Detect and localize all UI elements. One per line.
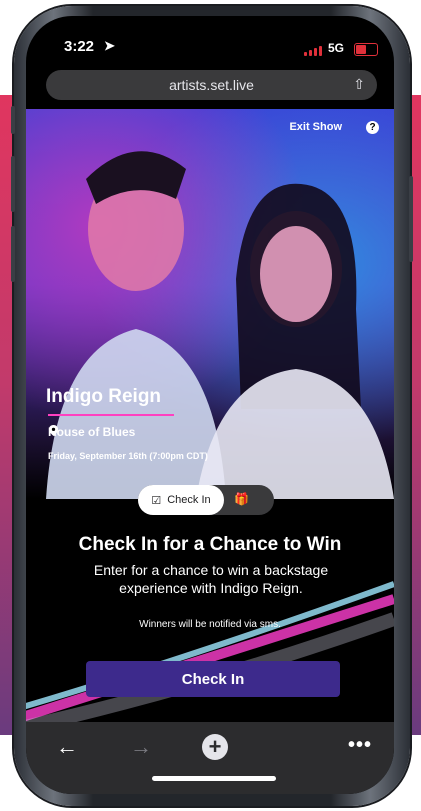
artist-photo (46, 151, 394, 499)
winners-note: Winners will be notified via sms. (139, 619, 281, 630)
web-content: Exit Show ? Indigo Reign House of Blues … (26, 109, 394, 723)
check-in-icon: ☑ (151, 494, 162, 507)
phone-screen: 3:22 ➤ 5G artists.set.live ⇧ Exit Show ?… (26, 16, 394, 794)
band-name: Indigo Reign (46, 386, 162, 407)
address-bar[interactable]: artists.set.live ⇧ (46, 70, 377, 100)
home-indicator (152, 776, 276, 781)
forward-arrow-icon[interactable]: → (130, 734, 152, 760)
tab-check-in[interactable]: ☑ Check In (138, 485, 224, 515)
gift-icon[interactable]: 🎁 (234, 492, 249, 506)
notch (120, 16, 306, 54)
event-date: Friday, September 16th (7:00pm CDT) (48, 451, 208, 461)
tab-switcher: ☑ Check In 🎁 (138, 485, 274, 515)
tab-check-in-label: Check In (167, 494, 211, 506)
status-bar: 3:22 ➤ 5G (26, 16, 394, 66)
status-time: 3:22 (64, 38, 95, 55)
venue-name: House of Blues (48, 425, 136, 439)
volume-down-button (11, 226, 15, 282)
volume-up-button (11, 156, 15, 212)
more-options-icon[interactable]: ••• (348, 734, 372, 757)
band-underline (48, 414, 174, 416)
mute-switch (11, 106, 15, 134)
check-in-button[interactable]: Check In (86, 661, 340, 697)
help-icon[interactable]: ? (366, 121, 379, 134)
hero-image: Exit Show ? Indigo Reign House of Blues … (26, 109, 394, 499)
location-pin-icon (48, 425, 59, 436)
exit-show-link[interactable]: Exit Show (289, 121, 342, 133)
location-arrow-icon: ➤ (104, 38, 115, 53)
power-button (409, 176, 413, 262)
browser-toolbar: ← → + ••• (26, 722, 394, 794)
venue-row: House of Blues (48, 425, 135, 439)
new-tab-plus-icon[interactable]: + (202, 734, 228, 760)
battery-icon (354, 43, 378, 56)
promo-subtext: Enter for a chance to win a backstage ex… (93, 562, 329, 596)
network-type: 5G (327, 41, 344, 55)
back-arrow-icon[interactable]: ← (56, 734, 78, 760)
share-icon[interactable]: ⇧ (353, 76, 365, 93)
promo-heading: Check In for a Chance to Win (78, 534, 342, 555)
signal-icon (304, 46, 322, 56)
url-text: artists.set.live (169, 77, 254, 93)
